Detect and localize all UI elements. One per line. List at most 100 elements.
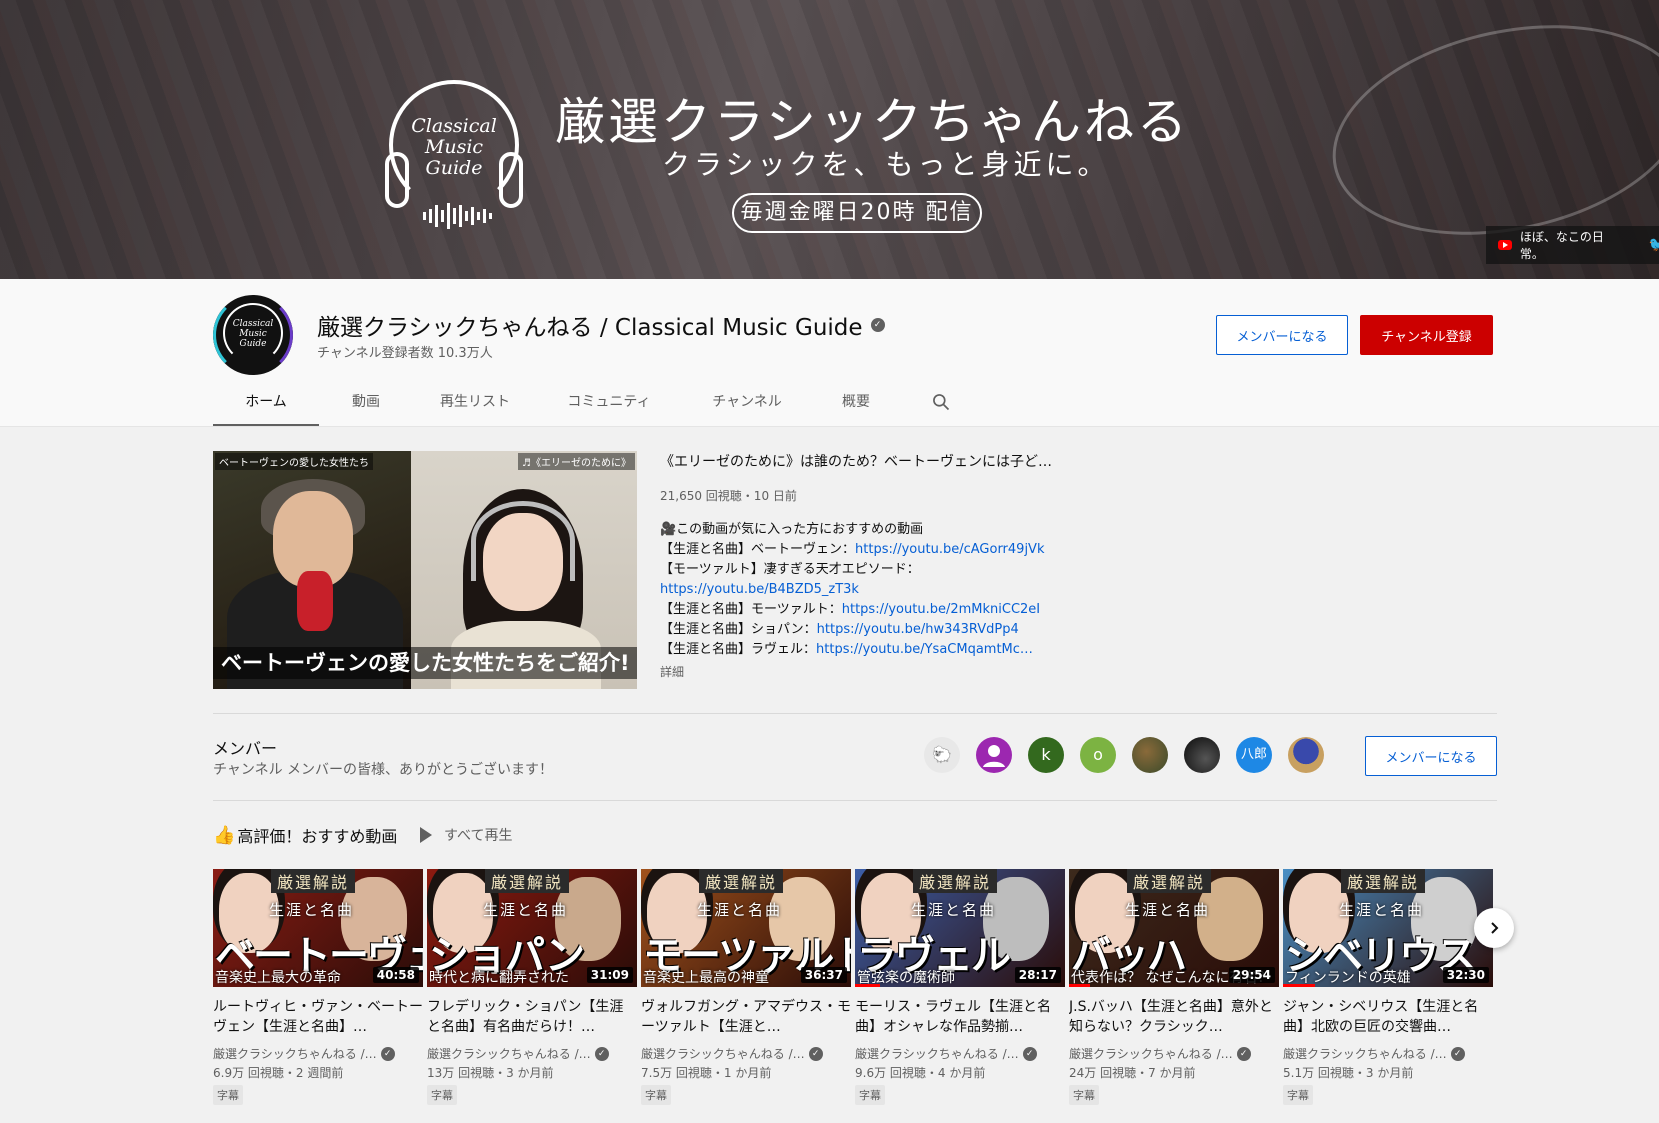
featured-video-title[interactable]: 《エリーゼのために》は誰のため？ベートーヴェンには子ど… xyxy=(660,451,1052,471)
watch-progress-bar xyxy=(1069,984,1090,987)
video-title[interactable]: ルートヴィヒ・ヴァン・ベートーヴェン【生涯と名曲】… xyxy=(213,997,423,1037)
video-title[interactable]: ヴォルフガング・アマデウス・モーツァルト【生涯と… xyxy=(641,997,851,1037)
banner-logo-text: Classical Music Guide xyxy=(411,115,497,179)
thumbnail-tag: 厳選解説 xyxy=(1127,869,1212,893)
video-channel[interactable]: 厳選クラシックちゃんねる /… ✓ xyxy=(1283,1045,1493,1062)
tab-playlists[interactable]: 再生リスト xyxy=(413,380,537,427)
tab-about[interactable]: 概要 xyxy=(813,380,899,427)
video-card[interactable]: 厳選解説 生涯と名曲 ラヴェル 管弦楽の魔術師 28:17 モーリス・ラヴェル【生涯と名曲… xyxy=(855,869,1065,1105)
join-member-button-secondary[interactable]: メンバーになる xyxy=(1365,736,1497,776)
tab-community[interactable]: コミュニティ xyxy=(537,380,681,427)
video-channel[interactable]: 厳選クラシックちゃんねる /… ✓ xyxy=(641,1045,851,1062)
banner-links[interactable]: ほぼ、なこの日常。 🐦 xyxy=(1486,226,1659,264)
video-channel-name[interactable]: 厳選クラシックちゃんねる /… xyxy=(213,1045,377,1062)
desc-link[interactable]: https://youtu.be/2mMkniCC2eI xyxy=(842,602,1040,617)
video-thumbnail[interactable]: 厳選解説 生涯と名曲 バッハ 代表作は？ なぜこんなに有名？ 29:54 xyxy=(1069,869,1279,987)
channel-avatar[interactable]: Classical Music Guide xyxy=(213,295,293,375)
subtitles-badge: 字幕 xyxy=(1069,1085,1099,1105)
subscribe-button[interactable]: チャンネル登録 xyxy=(1360,315,1493,355)
member-avatar-hachiro[interactable]: 八郎 xyxy=(1236,737,1272,773)
video-shelf: 厳選解説生涯と名曲ベートーヴェン音楽史上最大の革命40:58 ルートヴィヒ・ヴァン… xyxy=(213,869,1497,1109)
video-card[interactable]: 厳選解説 生涯と名曲 ショパン 時代と病に翻弄された 31:09 フレデリック・ショパン【… xyxy=(427,869,637,1105)
video-thumbnail[interactable]: 厳選解説 生涯と名曲 ショパン 時代と病に翻弄された 31:09 xyxy=(427,869,637,987)
video-thumbnail[interactable]: 厳選解説生涯と名曲ベートーヴェン音楽史上最大の革命40:58 xyxy=(213,869,423,987)
desc-line: https://youtu.be/B4BZD5_zT3k xyxy=(660,580,1044,600)
desc-line: 【生涯と名曲】ラヴェル：https://youtu.be/YsaCMqamtMc… xyxy=(660,642,1033,657)
video-thumbnail[interactable]: 厳選解説 生涯と名曲 シベリウス フィンランドの英雄 32:30 xyxy=(1283,869,1493,987)
video-channel-name[interactable]: 厳選クラシックちゃんねる /… xyxy=(427,1045,591,1062)
desc-line: 🎥この動画が気に入った方におすすめの動画 xyxy=(660,522,924,537)
channel-header: Classical Music Guide 厳選クラシックちゃんねる / Cla… xyxy=(0,279,1659,427)
thumb-tag-left: ベートーヴェンの愛した女性たち xyxy=(215,453,373,470)
thumbnail-tag: 厳選解説 xyxy=(699,869,784,893)
video-meta: 7.5万 回視聴・1 か月前 xyxy=(641,1066,772,1080)
photo-avatar[interactable] xyxy=(1132,737,1168,773)
desc-link[interactable]: https://youtu.be/B4BZD5_zT3k xyxy=(660,582,859,597)
video-title[interactable]: モーリス・ラヴェル【生涯と名曲】オシャレな作品勢揃… xyxy=(855,997,1065,1037)
featured-video-thumbnail[interactable]: ベートーヴェンの愛した女性たち ♬《エリーゼのために》 ベートーヴェンの愛した女… xyxy=(213,451,637,689)
video-title[interactable]: フレデリック・ショパン【生涯と名曲】有名曲だらけ！… xyxy=(427,997,637,1037)
member-avatar-o[interactable]: o xyxy=(1080,737,1116,773)
video-channel[interactable]: 厳選クラシックちゃんねる /… ✓ xyxy=(855,1045,1065,1062)
tab-videos[interactable]: 動画 xyxy=(319,380,413,427)
channel-search-button[interactable] xyxy=(921,380,961,424)
desc-link[interactable]: https://youtu.be/YsaCMqamtMc… xyxy=(816,642,1033,657)
banner-link-label[interactable]: ほぼ、なこの日常。 xyxy=(1520,228,1627,262)
video-card[interactable]: 厳選解説 生涯と名曲 モーツァルト 音楽史上最高の神童 36:37 ヴォルフガング・アマデ… xyxy=(641,869,851,1105)
video-channel-name[interactable]: 厳選クラシックちゃんねる /… xyxy=(1283,1045,1447,1062)
play-all-button[interactable]: すべて再生 xyxy=(420,825,512,845)
shelf-next-button[interactable] xyxy=(1474,908,1514,948)
desc-link[interactable]: https://youtu.be/cAGorr49jVk xyxy=(855,542,1044,557)
avatar-text: Classical Music Guide xyxy=(232,319,274,349)
shelf-title[interactable]: 高評価！おすすめ動画 xyxy=(237,823,397,847)
twitter-icon[interactable]: 🐦 xyxy=(1649,237,1659,253)
join-member-button[interactable]: メンバーになる xyxy=(1216,315,1348,355)
tab-home[interactable]: ホーム xyxy=(213,380,319,427)
piano-avatar[interactable] xyxy=(1184,737,1220,773)
video-meta: 13万 回視聴・3 か月前 xyxy=(427,1066,554,1080)
video-card[interactable]: 厳選解説 生涯と名曲 シベリウス フィンランドの英雄 32:30 ジャン・シベリウス【生涯… xyxy=(1283,869,1493,1105)
members-subtitle: チャンネル メンバーの皆様、ありがとうございます！ xyxy=(213,762,554,778)
video-duration: 32:30 xyxy=(1442,967,1489,983)
sheep-avatar[interactable]: 🐑 xyxy=(924,737,960,773)
thumbnail-life-label: 生涯と名曲 xyxy=(1125,901,1211,919)
members-title: メンバー xyxy=(213,739,278,758)
member-avatar-k[interactable]: k xyxy=(1028,737,1064,773)
video-meta: 9.6万 回視聴・4 か月前 xyxy=(855,1066,986,1080)
subtitles-badge: 字幕 xyxy=(213,1085,243,1105)
video-channel-name[interactable]: 厳選クラシックちゃんねる /… xyxy=(641,1045,805,1062)
tab-channels[interactable]: チャンネル xyxy=(681,380,813,427)
umbrella-avatar[interactable] xyxy=(1288,737,1324,773)
verified-icon: ✓ xyxy=(1236,1046,1251,1061)
verified-icon: ✓ xyxy=(380,1046,395,1061)
thumbnail-tag: 厳選解説 xyxy=(485,869,570,893)
banner-logo: Classical Music Guide xyxy=(385,80,523,232)
headphone-right-icon xyxy=(499,152,523,208)
watch-progress-bar xyxy=(1283,984,1315,987)
video-channel[interactable]: 厳選クラシックちゃんねる /… ✓ xyxy=(427,1045,637,1062)
desc-line: 【生涯と名曲】ベートーヴェン：https://youtu.be/cAGorr49… xyxy=(660,542,1045,557)
desc-line: 【モーツァルト】凄すぎる天才エピソード： xyxy=(660,562,920,577)
video-card[interactable]: 厳選解説 生涯と名曲 バッハ 代表作は？ なぜこんなに有名？ 29:54 J.S.バッハ【… xyxy=(1069,869,1279,1105)
video-channel-name[interactable]: 厳選クラシックちゃんねる /… xyxy=(1069,1045,1233,1062)
video-thumbnail[interactable]: 厳選解説 生涯と名曲 ラヴェル 管弦楽の魔術師 28:17 xyxy=(855,869,1065,987)
read-more-link[interactable]: 詳細 xyxy=(660,663,684,680)
desc-line: 【生涯と名曲】モーツァルト：https://youtu.be/2mMkniCC2… xyxy=(660,602,1041,617)
section-divider xyxy=(213,800,1497,801)
video-duration: 28:17 xyxy=(1014,967,1061,983)
video-title[interactable]: ジャン・シベリウス【生涯と名曲】北欧の巨匠の交響曲… xyxy=(1283,997,1493,1037)
thumbnail-tag: 厳選解説 xyxy=(271,869,356,893)
play-icon xyxy=(420,827,432,843)
video-thumbnail[interactable]: 厳選解説 生涯と名曲 モーツァルト 音楽史上最高の神童 36:37 xyxy=(641,869,851,987)
verified-icon: ✓ xyxy=(1022,1046,1037,1061)
play-all-label: すべて再生 xyxy=(444,828,513,844)
thumbnail-tag: 厳選解説 xyxy=(1341,869,1426,893)
person-avatar[interactable] xyxy=(976,737,1012,773)
subtitles-badge: 字幕 xyxy=(1283,1085,1313,1105)
desc-link[interactable]: https://youtu.be/hw343RVdPp4 xyxy=(817,622,1019,637)
video-card[interactable]: 厳選解説生涯と名曲ベートーヴェン音楽史上最大の革命40:58 ルートヴィヒ・ヴァン… xyxy=(213,869,423,1105)
video-channel[interactable]: 厳選クラシックちゃんねる /… ✓ xyxy=(213,1045,423,1062)
video-channel[interactable]: 厳選クラシックちゃんねる /… ✓ xyxy=(1069,1045,1279,1062)
video-channel-name[interactable]: 厳選クラシックちゃんねる /… xyxy=(855,1045,1019,1062)
video-title[interactable]: J.S.バッハ【生涯と名曲】意外と知らない？クラシック… xyxy=(1069,997,1279,1037)
